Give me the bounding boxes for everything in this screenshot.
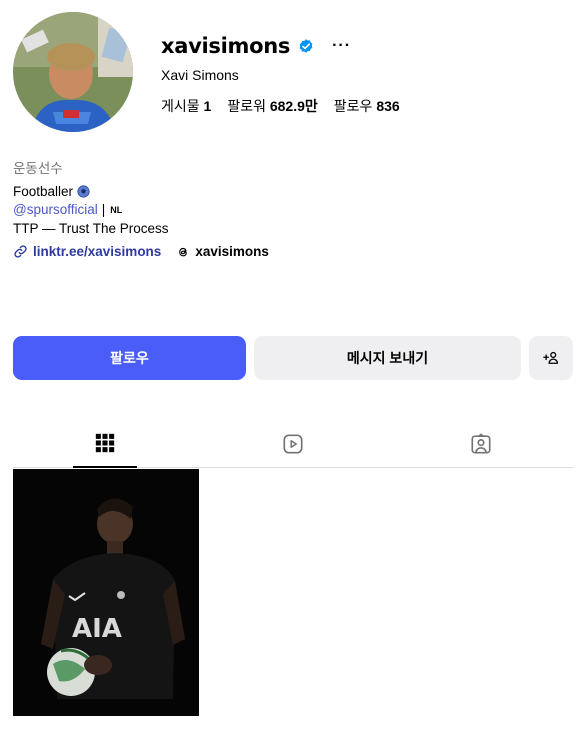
tab-tagged[interactable]: [449, 420, 513, 468]
add-person-icon: [543, 351, 559, 364]
grid-icon: [95, 433, 115, 453]
stat-followers-label: 팔로워: [227, 98, 266, 114]
bio-line-1: Footballer: [13, 183, 169, 202]
more-options-button[interactable]: ···: [332, 38, 351, 54]
shirt-sponsor-text: AIA: [72, 614, 122, 644]
stat-posts-value: 1: [203, 98, 212, 114]
profile-stats: 게시물 1 팔로워 682.9만 팔로우 836: [161, 96, 416, 116]
verified-badge-icon: [297, 37, 315, 55]
threads-icon: [179, 247, 188, 256]
follow-button[interactable]: 팔로우: [13, 336, 246, 380]
external-link[interactable]: linktr.ee/xavisimons: [13, 244, 161, 259]
flag-nl: NL: [110, 205, 123, 215]
profile-avatar[interactable]: [13, 12, 133, 132]
profile-bio: 운동선수 Footballer @spursofficial | NL TTP …: [13, 160, 169, 238]
reels-icon: [283, 434, 303, 454]
bio-separator: |: [101, 202, 106, 217]
suggest-accounts-button[interactable]: [529, 336, 573, 380]
profile-username: xavisimons: [161, 34, 291, 58]
stat-following-label: 팔로우: [333, 98, 373, 114]
stat-following[interactable]: 팔로우 836: [334, 96, 400, 116]
post-thumbnail[interactable]: AIA: [13, 469, 199, 716]
profile-tabs: [13, 420, 573, 468]
stat-following-value: 836: [376, 98, 400, 114]
stat-followers[interactable]: 팔로워 682.9만: [227, 96, 317, 116]
football-emoji-icon: [77, 185, 90, 198]
stat-followers-value: 682.9만: [269, 98, 318, 114]
tab-posts[interactable]: [73, 420, 137, 468]
bio-line-3: TTP — Trust The Process: [13, 220, 169, 236]
threads-link[interactable]: xavisimons: [176, 244, 269, 259]
profile-category: 운동선수: [13, 161, 63, 176]
profile-full-name: Xavi Simons: [161, 67, 239, 83]
mention-link[interactable]: @spursofficial: [13, 201, 98, 220]
bio-footballer-text: Footballer: [13, 183, 74, 199]
profile-links: linktr.ee/xavisimons xavisimons: [13, 244, 269, 259]
stat-posts-label: 게시물: [161, 98, 200, 114]
tagged-icon: [471, 433, 491, 454]
external-link-text: linktr.ee/xavisimons: [33, 244, 162, 259]
message-button[interactable]: 메시지 보내기: [254, 336, 521, 380]
stat-posts: 게시물 1: [161, 96, 211, 116]
bio-line-2: @spursofficial | NL: [13, 201, 169, 220]
link-icon: [14, 245, 27, 258]
threads-link-text: xavisimons: [195, 244, 269, 259]
tab-reels[interactable]: [261, 420, 325, 468]
